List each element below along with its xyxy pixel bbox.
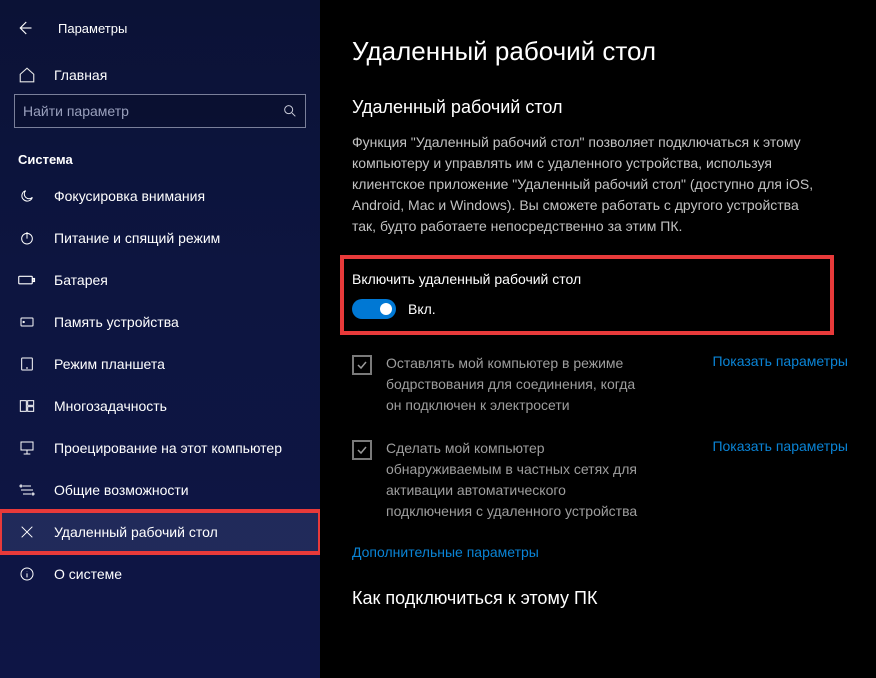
nav-label: Питание и спящий режим — [54, 230, 220, 246]
nav-item-shared-experiences[interactable]: Общие возможности — [0, 469, 320, 511]
project-icon — [18, 439, 36, 457]
nav-label: Фокусировка внимания — [54, 188, 205, 204]
nav-item-multitasking[interactable]: Многозадачность — [0, 385, 320, 427]
title-bar: Параметры — [0, 8, 320, 56]
back-button[interactable] — [8, 12, 40, 44]
nav-item-focus-assist[interactable]: Фокусировка внимания — [0, 175, 320, 217]
section-label-system: Система — [0, 138, 320, 175]
search-container — [0, 94, 320, 138]
nav-item-storage[interactable]: Память устройства — [0, 301, 320, 343]
main-content: Удаленный рабочий стол Удаленный рабочий… — [320, 0, 876, 678]
page-heading: Удаленный рабочий стол — [352, 36, 848, 67]
nav-label: Общие возможности — [54, 482, 189, 498]
power-icon — [18, 229, 36, 247]
checkbox-discoverable[interactable] — [352, 440, 372, 460]
link-show-params-2[interactable]: Показать параметры — [712, 438, 848, 454]
enable-remote-label: Включить удаленный рабочий стол — [352, 271, 822, 287]
about-icon — [18, 565, 36, 583]
search-box[interactable] — [14, 94, 306, 128]
nav-label: Удаленный рабочий стол — [54, 524, 218, 540]
search-input[interactable] — [23, 103, 263, 119]
option-keep-awake-text: Оставлять мой компьютер в режиме бодрств… — [386, 353, 646, 416]
link-show-params-1[interactable]: Показать параметры — [712, 353, 848, 369]
search-icon — [281, 102, 299, 120]
section-heading-remote: Удаленный рабочий стол — [352, 97, 848, 118]
check-icon — [356, 359, 368, 371]
check-icon — [356, 444, 368, 456]
storage-icon — [18, 313, 36, 331]
home-label: Главная — [54, 67, 107, 83]
nav-label: Режим планшета — [54, 356, 165, 372]
toggle-state-label: Вкл. — [408, 301, 436, 317]
nav-item-power-sleep[interactable]: Питание и спящий режим — [0, 217, 320, 259]
home-icon — [18, 66, 36, 84]
battery-icon — [18, 271, 36, 289]
back-arrow-icon — [15, 19, 33, 37]
nav-label: О системе — [54, 566, 122, 582]
option-discoverable: Сделать мой компьютер обнаруживаемым в ч… — [352, 438, 848, 522]
nav-item-about[interactable]: О системе — [0, 553, 320, 595]
option-keep-awake: Оставлять мой компьютер в режиме бодрств… — [352, 353, 848, 416]
enable-remote-toggle[interactable] — [352, 299, 396, 319]
nav-label: Многозадачность — [54, 398, 167, 414]
remote-description: Функция "Удаленный рабочий стол" позволя… — [352, 132, 822, 237]
tablet-icon — [18, 355, 36, 373]
nav-item-tablet-mode[interactable]: Режим планшета — [0, 343, 320, 385]
section-heading-connect: Как подключиться к этому ПК — [352, 588, 848, 609]
nav-label: Проецирование на этот компьютер — [54, 440, 282, 456]
checkbox-keep-awake[interactable] — [352, 355, 372, 375]
sidebar: Параметры Главная Система Фокусировка вн… — [0, 0, 320, 678]
nav-item-projecting[interactable]: Проецирование на этот компьютер — [0, 427, 320, 469]
nav-item-battery[interactable]: Батарея — [0, 259, 320, 301]
toggle-knob — [380, 303, 392, 315]
multitask-icon — [18, 397, 36, 415]
remote-icon — [18, 523, 36, 541]
enable-remote-toggle-row: Вкл. — [352, 299, 822, 319]
nav-item-remote-desktop[interactable]: Удаленный рабочий стол — [0, 511, 320, 553]
option-discoverable-text: Сделать мой компьютер обнаруживаемым в ч… — [386, 438, 646, 522]
enable-remote-block: Включить удаленный рабочий стол Вкл. — [342, 257, 832, 333]
window-title: Параметры — [58, 21, 127, 36]
moon-icon — [18, 187, 36, 205]
shared-icon — [18, 481, 36, 499]
nav-label: Память устройства — [54, 314, 179, 330]
home-button[interactable]: Главная — [0, 56, 320, 94]
link-advanced-params[interactable]: Дополнительные параметры — [352, 544, 848, 560]
nav-label: Батарея — [54, 272, 108, 288]
